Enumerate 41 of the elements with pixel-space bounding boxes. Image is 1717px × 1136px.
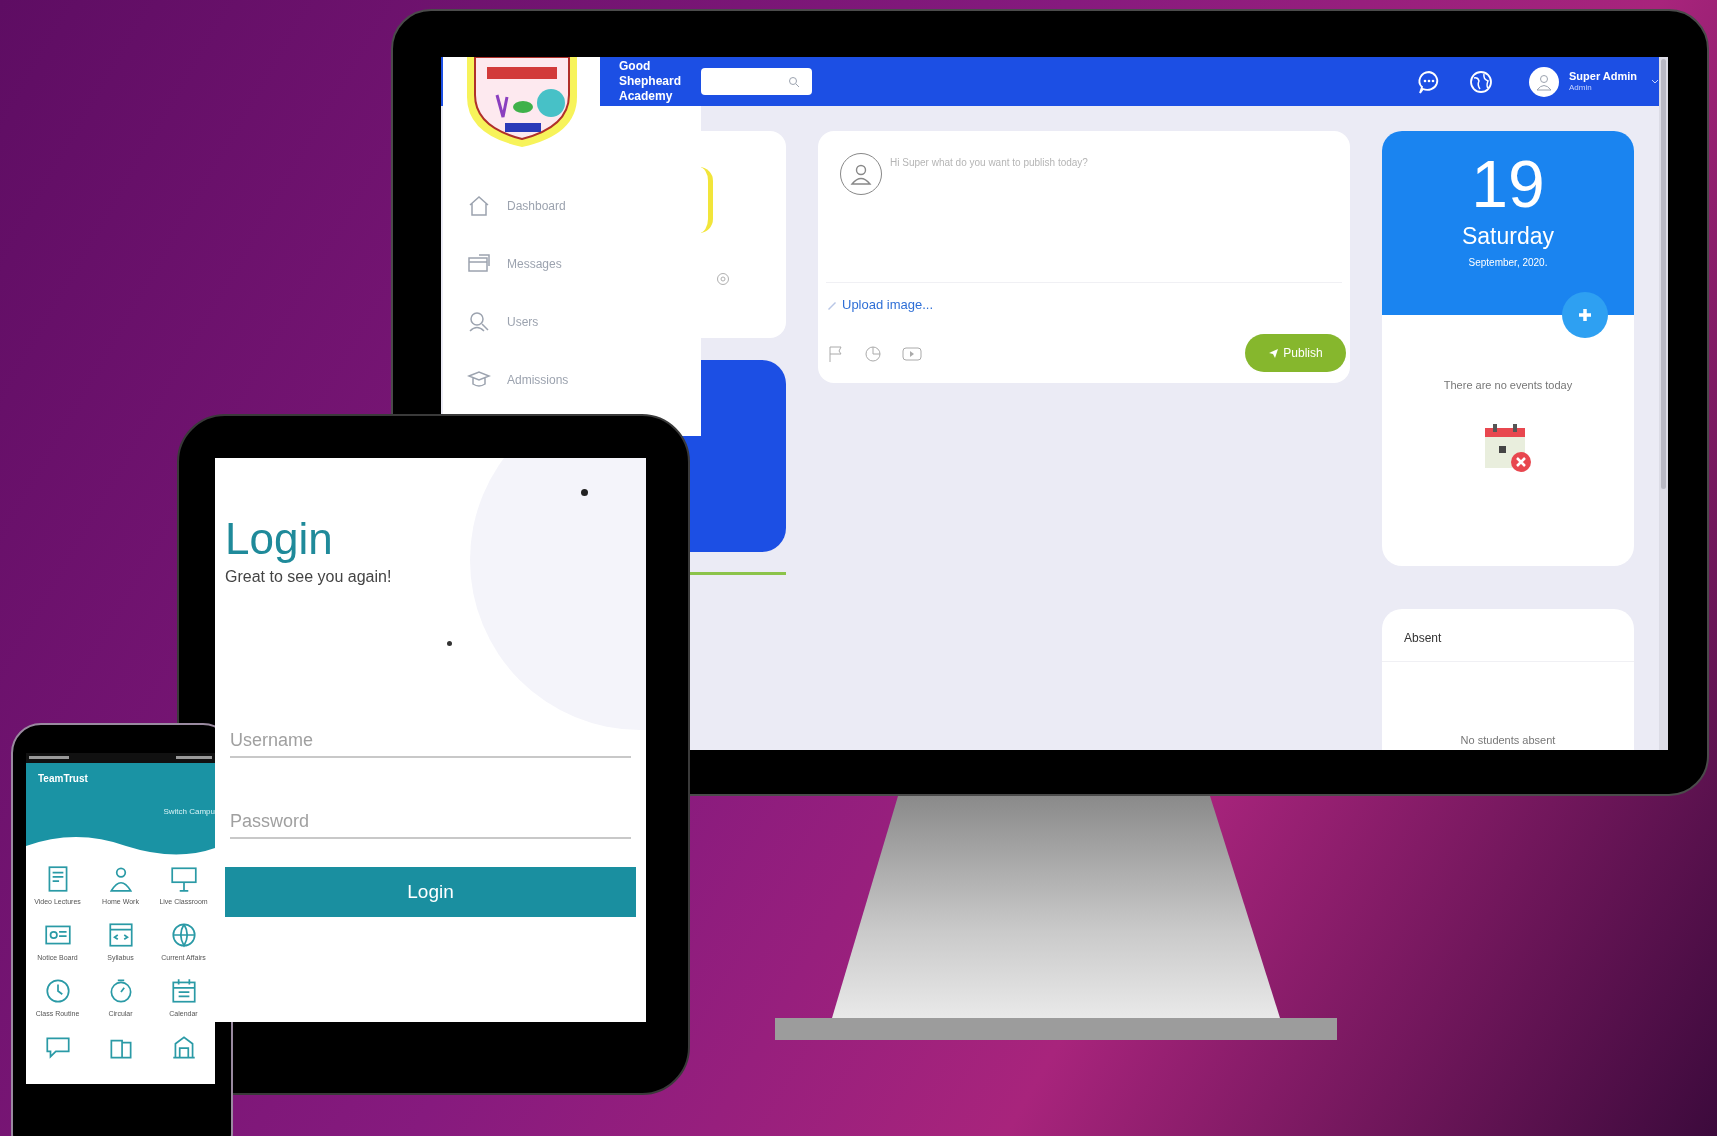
plus-icon — [1577, 307, 1593, 323]
upload-image-link[interactable]: Upload image... — [842, 295, 934, 315]
no-absent-message: No students absent — [1459, 734, 1557, 747]
video-icon[interactable] — [902, 346, 922, 362]
month-year: September, 2020. — [1468, 256, 1548, 270]
presentation-icon[interactable] — [168, 864, 199, 894]
person-icon — [849, 162, 873, 186]
login-subtitle: Great to see you again! — [225, 567, 393, 587]
absent-title: Absent — [1382, 609, 1634, 662]
sidebar-item[interactable]: Messages — [443, 235, 701, 293]
user-search-icon — [467, 310, 491, 334]
globe-icon[interactable] — [1468, 68, 1494, 95]
caret-icon[interactable] — [1651, 78, 1659, 85]
login-button[interactable]: Login — [225, 867, 636, 917]
login-title: Login — [225, 513, 334, 565]
pie-chart-icon[interactable] — [864, 345, 882, 363]
sidebar-item[interactable]: Dashboard — [443, 177, 701, 235]
publish-button[interactable]: Publish — [1245, 334, 1346, 372]
sidebar-item[interactable]: Admissions — [443, 351, 701, 409]
search-icon — [788, 75, 800, 88]
scrollbar[interactable] — [1659, 57, 1668, 750]
send-icon — [1268, 347, 1280, 359]
app-title: TeamTrust — [38, 771, 89, 786]
day-number: 19 — [1471, 147, 1545, 221]
no-events-message: There are no events today — [1442, 378, 1574, 393]
flag-icon[interactable] — [828, 345, 844, 363]
password-field[interactable]: Password — [230, 805, 631, 839]
crest-logo-icon — [466, 57, 577, 147]
user-name: Super Admin — [1569, 70, 1639, 83]
search-field[interactable] — [701, 68, 812, 95]
sidebar-item[interactable]: Users — [443, 293, 701, 351]
post-input[interactable]: Hi Super what do you want to publish today? — [890, 155, 1330, 170]
user-role: Admin — [1569, 83, 1593, 93]
avatar[interactable] — [1529, 66, 1559, 97]
switch-link[interactable]: Switch Campu — [163, 805, 215, 818]
add-event-button[interactable] — [1562, 292, 1608, 338]
username-field[interactable]: Username — [230, 724, 631, 758]
weekday: Saturday — [1461, 222, 1555, 251]
brand-name: Good Shepheard Academy — [619, 59, 682, 104]
person-icon — [1535, 72, 1553, 91]
home-icon — [467, 194, 491, 218]
